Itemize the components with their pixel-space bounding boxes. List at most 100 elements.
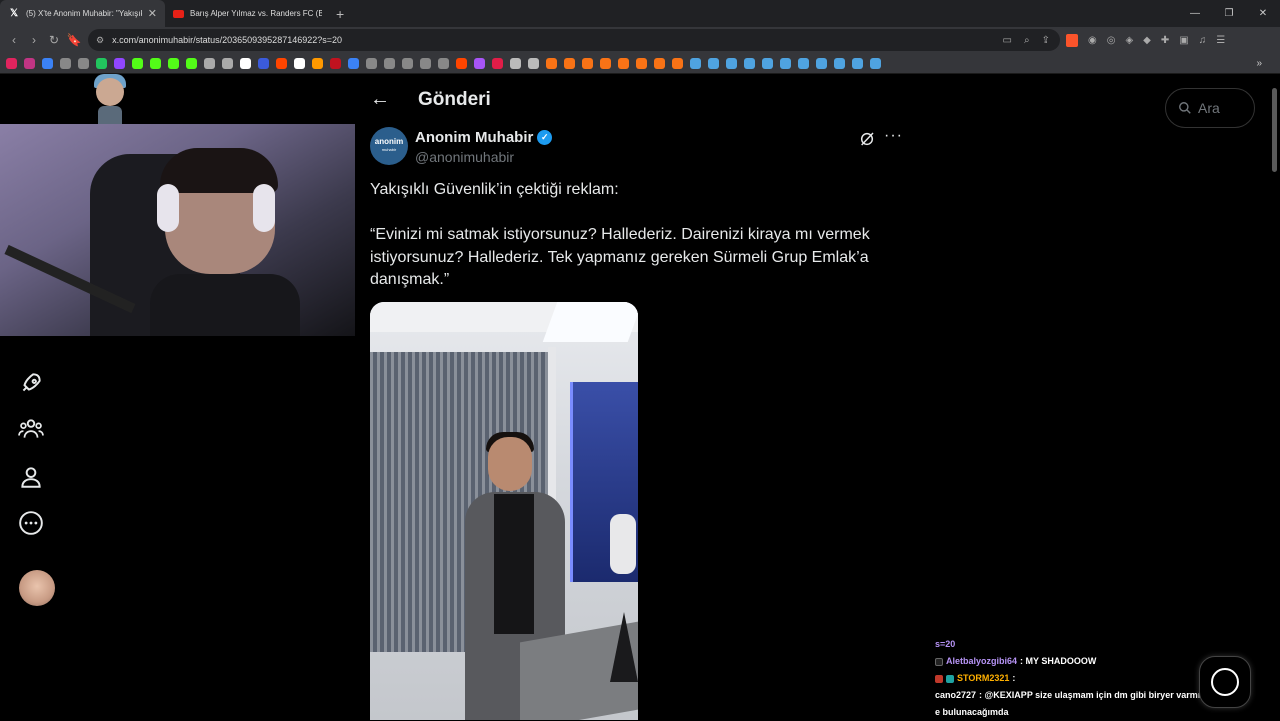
tab-label: (5) X'te Anonim Muhabir: "Yakışıklı xyxy=(26,9,142,18)
more-icon[interactable] xyxy=(18,510,44,536)
bookmark-favicon-icon[interactable] xyxy=(24,57,35,69)
chat-bubble-icon xyxy=(1211,668,1239,696)
bookmark-favicon-icon[interactable] xyxy=(60,57,71,69)
bookmark-favicon-icon[interactable] xyxy=(330,57,341,69)
bookmark-favicon-icon[interactable] xyxy=(78,57,89,69)
bookmark-favicon-icon[interactable] xyxy=(114,57,125,69)
window-controls: — ❐ ✕ xyxy=(1178,0,1280,27)
more-options-icon[interactable]: ··· xyxy=(884,127,903,145)
brave-shield-icon[interactable] xyxy=(1066,33,1078,47)
sidebar-icon[interactable]: ▣ xyxy=(1179,35,1188,46)
minimize-icon[interactable]: — xyxy=(1178,0,1212,27)
maximize-icon[interactable]: ❐ xyxy=(1212,0,1246,27)
stream-chat-overlay: s=20 Aletbalyozgibi64 : MY SHADOOOW STOR… xyxy=(935,636,1225,721)
tweet-media-image[interactable] xyxy=(370,302,638,720)
bookmark-favicon-icon[interactable] xyxy=(204,57,215,69)
bookmark-favicon-icon[interactable] xyxy=(852,57,863,69)
extension-icon[interactable]: ◆ xyxy=(1143,35,1151,46)
new-tab-button[interactable]: + xyxy=(336,6,344,22)
bookmark-favicon-icon[interactable] xyxy=(474,57,485,69)
address-bar[interactable]: ⚙ x.com/anonimuhabir/status/203650939528… xyxy=(88,29,1060,51)
bookmark-favicon-icon[interactable] xyxy=(438,57,449,69)
zoom-icon[interactable]: ⌕ xyxy=(1024,35,1030,46)
bookmark-favicon-icon[interactable] xyxy=(816,57,827,69)
tab-anonim-muhabir[interactable]: 𝕏 (5) X'te Anonim Muhabir: "Yakışıklı ✕ xyxy=(0,0,165,27)
bookmark-favicon-icon[interactable] xyxy=(186,57,197,69)
bookmark-favicon-icon[interactable] xyxy=(636,57,647,69)
extension-icon[interactable]: ◉ xyxy=(1088,35,1097,46)
bookmark-favicon-icon[interactable] xyxy=(6,57,17,69)
close-tab-icon[interactable]: ✕ xyxy=(148,7,157,20)
reload-icon[interactable]: ↻ xyxy=(44,33,64,47)
bookmark-favicon-icon[interactable] xyxy=(726,57,737,69)
bookmark-favicon-icon[interactable] xyxy=(132,57,143,69)
author-handle[interactable]: @anonimuhabir xyxy=(415,149,514,165)
extension-icon[interactable]: ◎ xyxy=(1107,35,1116,46)
bookmark-favicon-icon[interactable] xyxy=(798,57,809,69)
url-text: x.com/anonimuhabir/status/20365093952871… xyxy=(112,35,343,45)
bookmark-favicon-icon[interactable] xyxy=(240,57,251,69)
author-name-row[interactable]: Anonim Muhabir ✓ xyxy=(415,129,553,146)
close-window-icon[interactable]: ✕ xyxy=(1246,0,1280,27)
bookmark-favicon-icon[interactable] xyxy=(708,57,719,69)
grok-icon[interactable] xyxy=(859,131,875,147)
profile-icon[interactable] xyxy=(18,464,44,490)
rocket-icon[interactable] xyxy=(18,370,44,396)
bookmark-favicon-icon[interactable] xyxy=(384,57,395,69)
bookmark-favicon-icon[interactable] xyxy=(366,57,377,69)
chat-username: s=20 xyxy=(935,639,956,649)
bookmark-favicon-icon[interactable] xyxy=(528,57,539,69)
bookmark-favicon-icon[interactable] xyxy=(546,57,557,69)
bookmark-icon[interactable]: 🔖 xyxy=(64,33,84,47)
chat-line: Aletbalyozgibi64 : MY SHADOOOW xyxy=(935,653,1225,670)
bookmark-favicon-icon[interactable] xyxy=(276,57,287,69)
forward-icon[interactable]: › xyxy=(24,33,44,47)
tweet-text: Yakışıklı Güvenlik’in çektiği reklam: “E… xyxy=(370,181,870,288)
tab-youtube[interactable]: Barış Alper Yılmaz vs. Randers FC (BA xyxy=(165,0,330,27)
author-avatar[interactable]: anonim muhabir xyxy=(370,127,408,165)
bookmark-favicon-icon[interactable] xyxy=(294,57,305,69)
bookmark-favicon-icon[interactable] xyxy=(492,57,503,69)
bookmark-favicon-icon[interactable] xyxy=(348,57,359,69)
bookmark-favicon-icon[interactable] xyxy=(618,57,629,69)
bookmark-favicon-icon[interactable] xyxy=(510,57,521,69)
account-avatar[interactable] xyxy=(19,570,55,606)
puzzle-icon[interactable]: ✚ xyxy=(1161,35,1169,46)
cast-icon[interactable]: ▭ xyxy=(1003,35,1012,46)
bookmark-favicon-icon[interactable] xyxy=(420,57,431,69)
bookmark-favicon-icon[interactable] xyxy=(402,57,413,69)
bookmark-favicon-icon[interactable] xyxy=(564,57,575,69)
communities-icon[interactable] xyxy=(18,416,44,442)
chat-username: STORM2321 xyxy=(957,673,1010,683)
bookmark-favicon-icon[interactable] xyxy=(870,57,881,69)
search-box[interactable]: Ara xyxy=(1165,88,1255,128)
bookmark-favicon-icon[interactable] xyxy=(42,57,53,69)
grok-chat-button[interactable] xyxy=(1199,656,1251,708)
bookmark-favicon-icon[interactable] xyxy=(744,57,755,69)
back-arrow-icon[interactable]: ← xyxy=(370,88,390,111)
bookmark-favicon-icon[interactable] xyxy=(672,57,683,69)
bookmark-favicon-icon[interactable] xyxy=(312,57,323,69)
chat-username: Aletbalyozgibi64 xyxy=(946,656,1018,666)
bookmark-favicon-icon[interactable] xyxy=(96,57,107,69)
bookmark-favicon-icon[interactable] xyxy=(168,57,179,69)
bookmark-favicon-icon[interactable] xyxy=(456,57,467,69)
bookmark-favicon-icon[interactable] xyxy=(690,57,701,69)
share-icon[interactable]: ⇪ xyxy=(1042,35,1050,46)
page-scrollbar[interactable] xyxy=(1272,88,1277,172)
bookmark-favicon-icon[interactable] xyxy=(582,57,593,69)
bookmark-favicon-icon[interactable] xyxy=(762,57,773,69)
back-icon[interactable]: ‹ xyxy=(4,33,24,47)
bookmark-favicon-icon[interactable] xyxy=(258,57,269,69)
bookmark-favicon-icon[interactable] xyxy=(600,57,611,69)
menu-icon[interactable]: ☰ xyxy=(1216,35,1225,46)
site-info-icon[interactable]: ⚙ xyxy=(96,35,104,46)
bookmark-favicon-icon[interactable] xyxy=(654,57,665,69)
bookmark-favicon-icon[interactable] xyxy=(834,57,845,69)
bookmark-favicon-icon[interactable] xyxy=(780,57,791,69)
bookmark-favicon-icon[interactable] xyxy=(222,57,233,69)
media-icon[interactable]: ♫ xyxy=(1199,35,1207,46)
bookmark-favicon-icon[interactable] xyxy=(150,57,161,69)
bookmarks-overflow-icon[interactable]: » xyxy=(1256,58,1262,69)
extension-icon[interactable]: ◈ xyxy=(1125,35,1133,46)
